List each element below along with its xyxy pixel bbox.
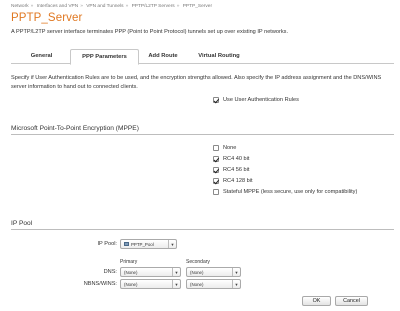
mppe-section-header: Microsoft Point-To-Point Encryption (MPP… <box>11 125 394 135</box>
tab-bar: General PPP Parameters Add Route Virtual… <box>11 49 394 65</box>
use-auth-rules-row[interactable]: Use User Authentication Rules <box>213 97 299 103</box>
dns-secondary-select[interactable]: (None) ▼ <box>186 267 241 277</box>
dns-label: DNS: <box>103 269 117 275</box>
use-auth-rules-checkbox[interactable] <box>213 97 219 103</box>
chevron-down-icon: ▼ <box>232 268 240 276</box>
mppe-none-label: None <box>223 145 237 151</box>
mppe-stateful-row[interactable]: Stateful MPPE (less secure, use only for… <box>213 189 357 195</box>
mppe-none-row[interactable]: None <box>213 145 236 151</box>
breadcrumb-item-current: PPTP_Server <box>182 4 213 9</box>
mppe-rc4-56-checkbox[interactable] <box>213 167 219 173</box>
tab-ppp-parameters[interactable]: PPP Parameters <box>70 49 139 65</box>
page-title: PPTP_Server <box>11 12 83 24</box>
chevron-down-icon: ▼ <box>172 280 180 288</box>
mppe-rc4-128-row[interactable]: RC4 128 bit <box>213 178 253 184</box>
dns-primary-select[interactable]: (None) ▼ <box>120 267 181 277</box>
tab-add-route[interactable]: Add Route <box>139 49 187 64</box>
breadcrumb-item[interactable]: Interfaces and VPN <box>37 4 79 9</box>
mppe-rc4-40-label: RC4 40 bit <box>223 156 250 162</box>
mppe-none-checkbox[interactable] <box>213 145 219 151</box>
tab-virtual-routing[interactable]: Virtual Routing <box>188 49 250 64</box>
ip-pool-value: PPTP_Pool <box>131 241 154 247</box>
breadcrumb-item[interactable]: PPTP/L2TP Servers <box>132 4 175 9</box>
mppe-rc4-128-checkbox[interactable] <box>213 178 219 184</box>
breadcrumb: Network» Interfaces and VPN» VPN and Tun… <box>11 4 212 9</box>
chevron-down-icon: ▼ <box>232 280 240 288</box>
breadcrumb-item[interactable]: VPN and Tunnels <box>86 4 123 9</box>
dns-secondary-value: (None) <box>190 269 204 275</box>
primary-column-label: Primary <box>120 259 138 265</box>
ok-button[interactable]: OK <box>302 296 331 306</box>
nbns-primary-select[interactable]: (None) ▼ <box>120 279 181 289</box>
mppe-rc4-40-row[interactable]: RC4 40 bit <box>213 156 249 162</box>
chevron-down-icon: ▼ <box>168 240 176 248</box>
secondary-column-label: Secondary <box>186 259 210 265</box>
breadcrumb-separator: » <box>80 4 83 9</box>
nbns-wins-label: NBNS/WINS: <box>83 281 117 287</box>
breadcrumb-item[interactable]: Network <box>11 4 29 9</box>
use-auth-rules-label: Use User Authentication Rules <box>223 97 299 103</box>
nbns-primary-value: (None) <box>124 281 138 287</box>
page-subtitle: A PPTP/L2TP server interface terminates … <box>11 29 289 35</box>
breadcrumb-separator: » <box>30 4 34 9</box>
ip-pool-icon <box>124 242 129 246</box>
nbns-secondary-select[interactable]: (None) ▼ <box>186 279 241 289</box>
mppe-rc4-40-checkbox[interactable] <box>213 156 219 162</box>
ip-pool-select[interactable]: PPTP_Pool ▼ <box>120 239 177 249</box>
mppe-stateful-checkbox[interactable] <box>213 189 219 195</box>
nbns-secondary-value: (None) <box>190 281 204 287</box>
mppe-rc4-56-row[interactable]: RC4 56 bit <box>213 167 249 173</box>
mppe-rc4-128-label: RC4 128 bit <box>223 178 253 184</box>
breadcrumb-separator: » <box>176 4 180 9</box>
breadcrumb-separator: » <box>125 4 129 9</box>
description-text: Specify if User Authentication Rules are… <box>11 75 382 90</box>
mppe-stateful-label: Stateful MPPE (less secure, use only for… <box>223 189 358 195</box>
ip-pool-section-header: IP Pool <box>11 220 394 230</box>
cancel-button[interactable]: Cancel <box>335 296 368 306</box>
mppe-rc4-56-label: RC4 56 bit <box>223 167 250 173</box>
dns-primary-value: (None) <box>124 269 138 275</box>
tab-general[interactable]: General <box>17 49 66 64</box>
ip-pool-label: IP Pool: <box>97 241 118 247</box>
chevron-down-icon: ▼ <box>172 268 180 276</box>
